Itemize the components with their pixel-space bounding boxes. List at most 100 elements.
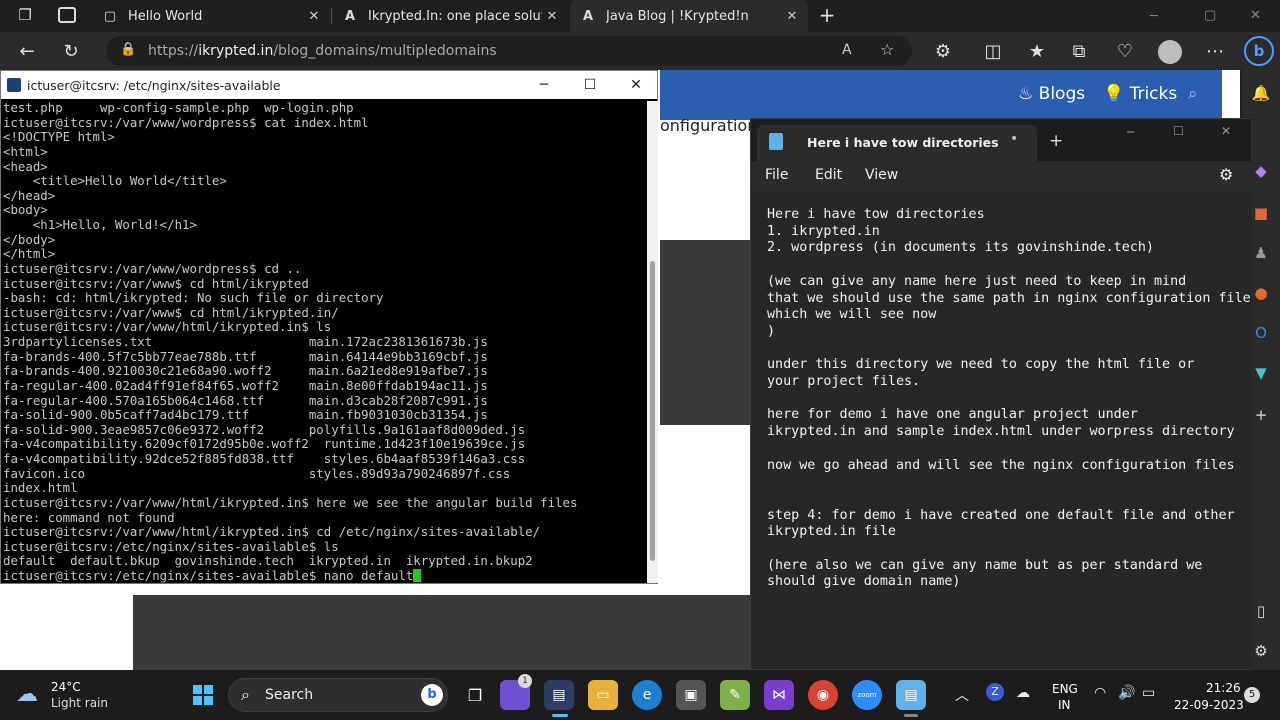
new-tab-button[interactable]: +	[1049, 131, 1063, 151]
shopping-tag-icon[interactable]: ◆	[1250, 160, 1272, 182]
tab-ikrypted[interactable]: A Ikrypted.In: one place solution fo ✕	[332, 0, 568, 32]
settings-gear-icon[interactable]: ⚙	[1219, 165, 1233, 184]
notepad-plus-icon[interactable]: ✎	[720, 680, 750, 710]
close-icon[interactable]: ✕	[613, 71, 659, 99]
security-app-icon[interactable]: ▣	[676, 680, 706, 710]
sidebar-toggle-icon[interactable]: ▯	[1250, 600, 1272, 622]
angular-icon: A	[582, 8, 594, 24]
notification-badge[interactable]: 5	[1244, 687, 1260, 703]
games-icon[interactable]: ♟	[1250, 242, 1272, 264]
more-icon[interactable]: ⋯	[1202, 39, 1228, 63]
tray-chevron-up-icon[interactable]: ︿	[955, 685, 969, 705]
weather-widget[interactable]: ☁ 24°C Light rain	[16, 678, 156, 714]
add-sidebar-icon[interactable]: +	[1250, 404, 1272, 426]
read-aloud-icon[interactable]: A	[842, 42, 852, 58]
maximize-icon[interactable]: ☐	[567, 71, 613, 99]
close-icon[interactable]: ✕	[782, 9, 802, 24]
terminal-line: test.php wp-config-sample.php wp-login.p…	[3, 101, 354, 115]
minimize-icon[interactable]: ─	[1150, 9, 1158, 24]
health-icon[interactable]: ♡	[1112, 39, 1138, 63]
tools-icon[interactable]: ■	[1250, 202, 1272, 224]
clock-date[interactable]: 22-09-2023	[1174, 698, 1244, 712]
volume-icon[interactable]: 🔊	[1118, 685, 1135, 701]
weather-temp: 24°C	[51, 680, 81, 694]
tab-actions-icon[interactable]	[58, 7, 76, 23]
drop-icon[interactable]: ▼	[1250, 362, 1272, 384]
nav-tricks[interactable]: 💡 Tricks	[1103, 84, 1177, 104]
visual-studio-icon[interactable]: ⋈	[764, 680, 794, 710]
notepad-tab[interactable]: Here i have tow directories •	[757, 125, 1037, 161]
outlook-icon[interactable]: O	[1250, 322, 1272, 344]
chat-icon[interactable]: 1	[500, 674, 532, 710]
terminal-line: fa-regular-400.02ad4ff91ef84f65.woff2 ma…	[3, 377, 488, 393]
nav-blogs[interactable]: ♨ Blogs	[1018, 84, 1085, 104]
url-host: ikrypted.in	[198, 43, 274, 59]
notification-bell-icon[interactable]: 🔔	[1250, 82, 1272, 104]
close-icon[interactable]: ✕	[542, 9, 562, 24]
search-icon: ⌕	[241, 685, 250, 704]
workspaces-icon[interactable]: ❐	[14, 6, 36, 26]
terminal-line: ictuser@itcsrv:/etc/nginx/sites-availabl…	[3, 538, 339, 554]
lang-bottom[interactable]: IN	[1058, 698, 1071, 712]
chrome-icon[interactable]: ◉	[808, 680, 838, 710]
sidebar-settings-icon[interactable]: ⚙	[1250, 640, 1272, 662]
terminal-line: ictuser@itcsrv:/var/www/html/ikrypted.in…	[3, 494, 578, 510]
notepad-text-area[interactable]: Here i have tow directories 1. ikrypted.…	[751, 191, 1251, 669]
minimize-icon[interactable]: ─	[1127, 125, 1134, 139]
terminal-window[interactable]: ictuser@itcsrv: /etc/nginx/sites-availab…	[0, 70, 658, 584]
extensions-icon[interactable]: ⚙	[930, 39, 956, 63]
terminal-line: favicon.ico styles.89d93a790246897f.css	[3, 465, 511, 481]
chat-badge: 1	[518, 674, 532, 688]
zoom-icon[interactable]: zoom	[852, 680, 882, 710]
url-field[interactable]: 🔒 https://ikrypted.in/blog_domains/multi…	[106, 36, 912, 66]
lang-top[interactable]: ENG	[1052, 682, 1078, 696]
terminal-output[interactable]: test.php wp-config-sample.php wp-login.p…	[1, 101, 645, 583]
cloud-tray-icon[interactable]: ☁	[1016, 685, 1030, 701]
back-icon[interactable]: ←	[14, 39, 40, 63]
close-icon[interactable]: ✕	[304, 9, 324, 24]
file-explorer-icon[interactable]: ▭	[588, 680, 618, 710]
favorite-star-icon[interactable]: ☆	[880, 40, 894, 59]
maximize-icon[interactable]: ▢	[1204, 8, 1216, 23]
split-screen-icon[interactable]: ◫	[980, 39, 1006, 63]
tab-java-blog[interactable]: A Java Blog | !Krypted!n ✕	[570, 0, 808, 32]
office-icon[interactable]: ●	[1250, 282, 1272, 304]
battery-icon[interactable]: ▭	[1142, 685, 1155, 701]
terminal-titlebar[interactable]: ictuser@itcsrv: /etc/nginx/sites-availab…	[1, 71, 657, 99]
url-prefix: https://	[148, 43, 199, 59]
zoom-tray-icon[interactable]: Z	[986, 683, 1004, 701]
edge-icon[interactable]: e	[632, 680, 662, 710]
collections-icon[interactable]: ⧉	[1066, 39, 1092, 63]
start-windows-icon[interactable]	[188, 680, 218, 710]
menu-file[interactable]: File	[765, 167, 788, 183]
new-tab-button[interactable]: +	[816, 4, 838, 26]
terminal-line: fa-regular-400.570a165b064c1468.ttf main…	[3, 392, 488, 408]
task-view-icon[interactable]: ❐	[460, 680, 490, 710]
copilot-icon[interactable]: b	[1244, 36, 1274, 66]
site-search-icon[interactable]: ⌕	[1188, 84, 1198, 104]
close-icon[interactable]: ✕	[1221, 124, 1231, 138]
tab-hello-world[interactable]: ▢ Hello World ✕	[92, 0, 330, 32]
notepad-window[interactable]: Here i have tow directories • + ─ ☐ ✕ Fi…	[750, 118, 1251, 670]
menu-view[interactable]: View	[865, 167, 898, 183]
taskbar-search[interactable]: ⌕ Search b	[228, 678, 448, 712]
clock-time[interactable]: 21:26	[1206, 681, 1241, 695]
favorites-icon[interactable]: ★	[1024, 39, 1050, 63]
minimize-icon[interactable]: ─	[521, 71, 567, 99]
unsaved-dot-icon[interactable]: •	[1010, 131, 1018, 147]
menu-edit[interactable]: Edit	[815, 167, 842, 183]
scrollbar-thumb[interactable]	[650, 261, 655, 561]
lock-icon[interactable]: 🔒	[120, 42, 136, 57]
wifi-icon[interactable]: ◠	[1094, 685, 1106, 701]
notepad-active-indicator	[904, 714, 918, 717]
notepad-icon	[769, 133, 783, 150]
terminal-scrollbar[interactable]	[647, 101, 658, 583]
maximize-icon[interactable]: ☐	[1173, 124, 1184, 138]
terminal-line: fa-brands-400.9210030c21e68a90.woff2 mai…	[3, 363, 488, 379]
putty-app-icon[interactable]: ▤	[544, 680, 574, 710]
avatar[interactable]	[1158, 40, 1182, 64]
close-window-icon[interactable]: ✕	[1250, 8, 1261, 23]
terminal-line: fa-v4compatibility.92dce52f885fd838.ttf …	[3, 451, 526, 466]
refresh-icon[interactable]: ↻	[58, 39, 84, 63]
notepad-app-icon[interactable]: ▤	[896, 680, 926, 710]
